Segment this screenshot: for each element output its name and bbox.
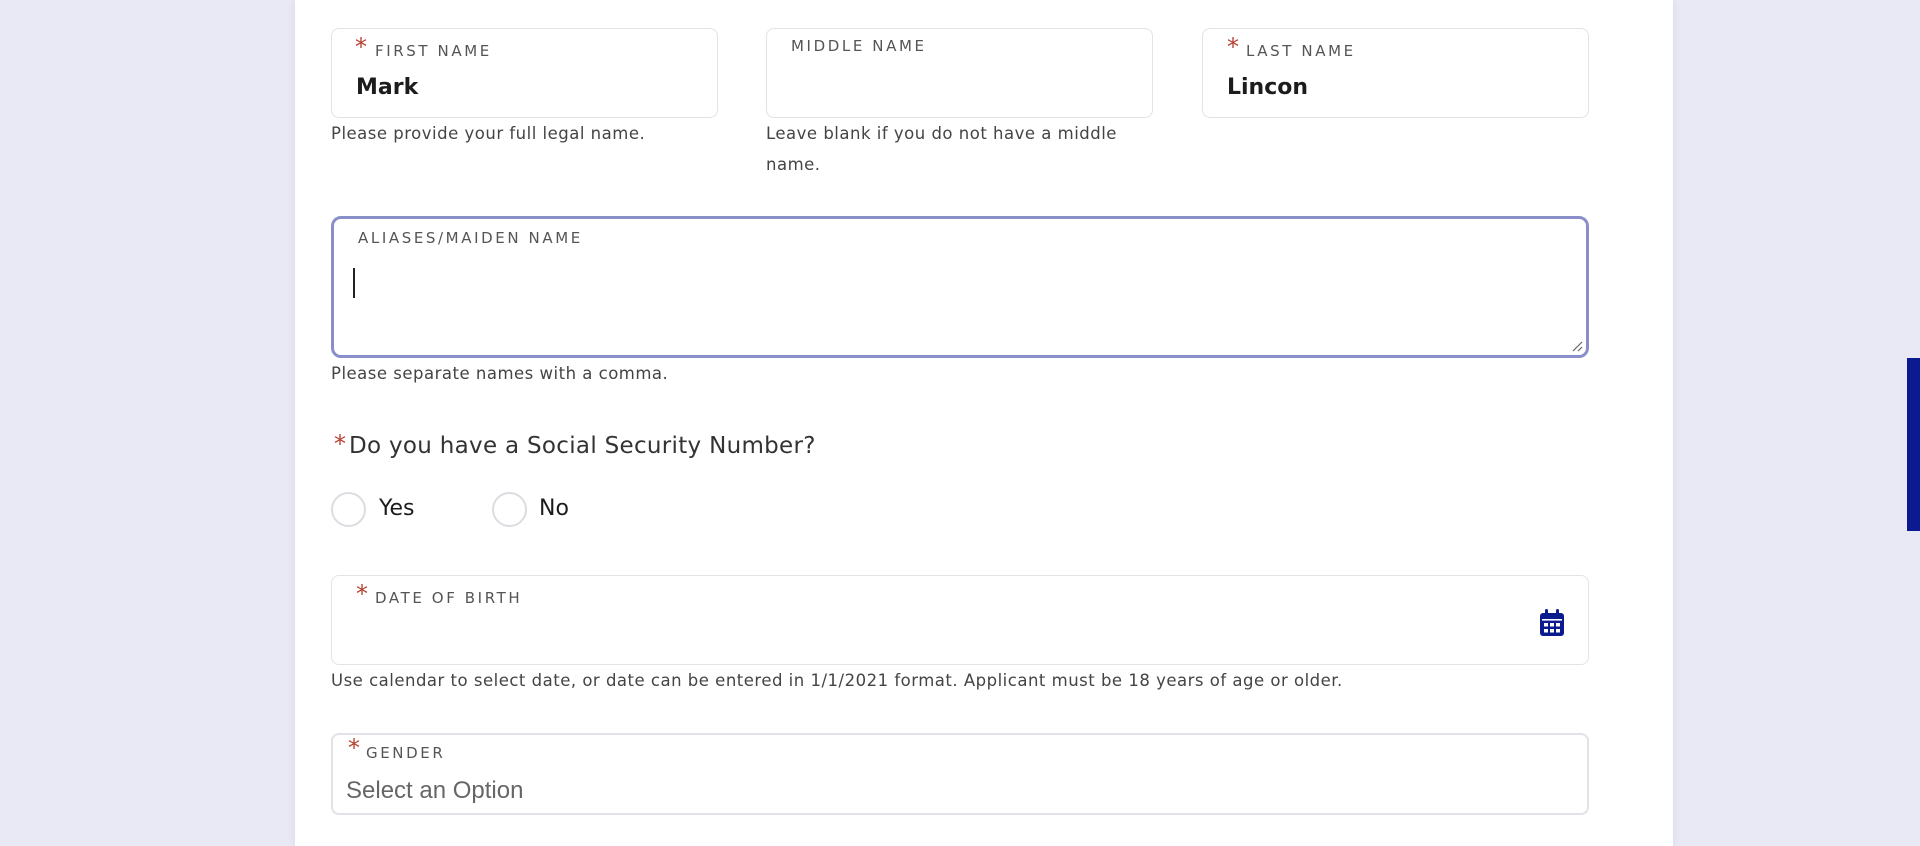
middle-name-helper: Leave blank if you do not have a middle … xyxy=(766,124,1117,174)
gender-select[interactable]: * GENDER Select an Option xyxy=(331,733,1589,815)
aliases-textarea[interactable]: ALIASES/MAIDEN NAME xyxy=(331,216,1589,358)
gender-placeholder[interactable]: Select an Option xyxy=(346,777,523,805)
text-caret xyxy=(353,268,355,298)
middle-name-label: MIDDLE NAME xyxy=(791,37,927,55)
ssn-yes-label[interactable]: Yes xyxy=(379,496,415,521)
last-name-label: LAST NAME xyxy=(1246,42,1356,60)
required-marker: * xyxy=(348,734,360,762)
required-marker: * xyxy=(334,430,346,458)
aliases-label: ALIASES/MAIDEN NAME xyxy=(358,229,583,247)
scrollbar-thumb[interactable] xyxy=(1907,358,1920,531)
middle-name-field[interactable]: MIDDLE NAME xyxy=(766,28,1153,118)
date-of-birth-label: DATE OF BIRTH xyxy=(375,589,523,607)
last-name-value[interactable]: Lincon xyxy=(1227,75,1308,100)
required-marker: * xyxy=(356,580,368,608)
ssn-question-label: Do you have a Social Security Number? xyxy=(349,433,816,459)
ssn-no-radio[interactable] xyxy=(492,492,527,527)
last-name-field[interactable]: * LAST NAME Lincon xyxy=(1202,28,1589,118)
required-marker: * xyxy=(355,33,367,61)
first-name-helper: Please provide your full legal name. xyxy=(331,124,646,143)
calendar-icon[interactable] xyxy=(1539,609,1565,637)
aliases-helper: Please separate names with a comma. xyxy=(331,364,669,383)
resize-handle-icon[interactable] xyxy=(1571,340,1583,352)
ssn-yes-radio[interactable] xyxy=(331,492,366,527)
date-of-birth-helper: Use calendar to select date, or date can… xyxy=(331,671,1343,690)
required-marker: * xyxy=(1227,33,1239,61)
first-name-label: FIRST NAME xyxy=(375,42,492,60)
first-name-value[interactable]: Mark xyxy=(356,75,418,100)
first-name-field[interactable]: * FIRST NAME Mark xyxy=(331,28,718,118)
gender-label: GENDER xyxy=(366,744,446,762)
date-of-birth-field[interactable]: * DATE OF BIRTH xyxy=(331,575,1589,665)
ssn-no-label[interactable]: No xyxy=(539,496,569,521)
